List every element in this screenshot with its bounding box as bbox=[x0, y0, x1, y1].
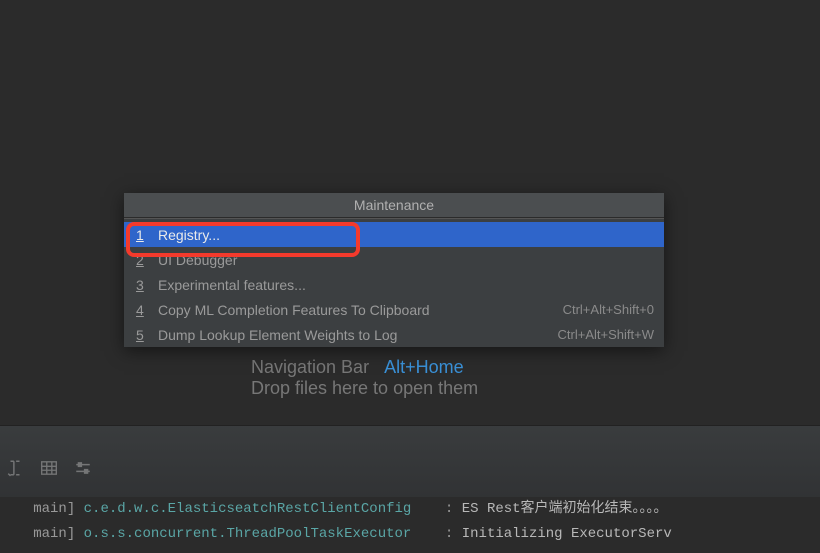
drop-files-hint: Drop files here to open them bbox=[251, 378, 478, 399]
navigation-bar-hint: Navigation Bar Alt+Home bbox=[251, 357, 464, 378]
log-sep: : bbox=[445, 526, 453, 542]
menu-item-number: 5 bbox=[136, 327, 158, 343]
menu-item-dump-lookup-weights[interactable]: 5 Dump Lookup Element Weights to Log Ctr… bbox=[124, 322, 664, 347]
nav-label: Navigation Bar bbox=[251, 357, 369, 377]
settings-sliders-icon[interactable] bbox=[74, 459, 92, 477]
log-message: Initializing ExecutorServ bbox=[462, 526, 672, 542]
console-line: main] o.s.s.concurrent.ThreadPoolTaskExe… bbox=[8, 522, 820, 547]
menu-item-ui-debugger[interactable]: 2 UI Debugger bbox=[124, 247, 664, 272]
log-message: ES Rest客户端初始化结束。。。。 bbox=[462, 501, 668, 517]
table-icon[interactable] bbox=[40, 459, 58, 477]
menu-item-shortcut: Ctrl+Alt+Shift+0 bbox=[563, 302, 654, 317]
popup-title: Maintenance bbox=[124, 193, 664, 218]
log-thread: main] bbox=[33, 526, 75, 542]
menu-item-number: 1 bbox=[136, 227, 158, 243]
menu-item-label: UI Debugger bbox=[158, 252, 654, 268]
nav-hotkey: Alt+Home bbox=[384, 357, 464, 377]
console-line: main] c.e.d.w.c.ElasticseatchRestClientC… bbox=[8, 497, 820, 522]
log-thread: main] bbox=[33, 501, 75, 517]
log-sep: : bbox=[445, 501, 453, 517]
editor-area: Navigation Bar Alt+Home Drop files here … bbox=[0, 0, 820, 425]
menu-item-copy-ml-completion[interactable]: 4 Copy ML Completion Features To Clipboa… bbox=[124, 297, 664, 322]
menu-item-number: 4 bbox=[136, 302, 158, 318]
menu-item-number: 3 bbox=[136, 277, 158, 293]
maintenance-popup: Maintenance 1 Registry... 2 UI Debugger … bbox=[124, 193, 664, 347]
menu-item-label: Copy ML Completion Features To Clipboard bbox=[158, 302, 563, 318]
menu-item-experimental-features[interactable]: 3 Experimental features... bbox=[124, 272, 664, 297]
menu-item-label: Registry... bbox=[158, 227, 654, 243]
menu-item-label: Dump Lookup Element Weights to Log bbox=[158, 327, 558, 343]
menu-item-registry[interactable]: 1 Registry... bbox=[124, 222, 664, 247]
log-logger: c.e.d.w.c.ElasticseatchRestClientConfig bbox=[84, 501, 412, 517]
text-cursor-icon[interactable] bbox=[6, 459, 24, 477]
bottom-toolbar bbox=[0, 425, 820, 497]
log-logger: o.s.s.concurrent.ThreadPoolTaskExecutor bbox=[84, 526, 412, 542]
menu-item-number: 2 bbox=[136, 252, 158, 268]
menu-item-label: Experimental features... bbox=[158, 277, 654, 293]
menu-item-shortcut: Ctrl+Alt+Shift+W bbox=[558, 327, 654, 342]
console-output[interactable]: main] c.e.d.w.c.ElasticseatchRestClientC… bbox=[0, 497, 820, 553]
